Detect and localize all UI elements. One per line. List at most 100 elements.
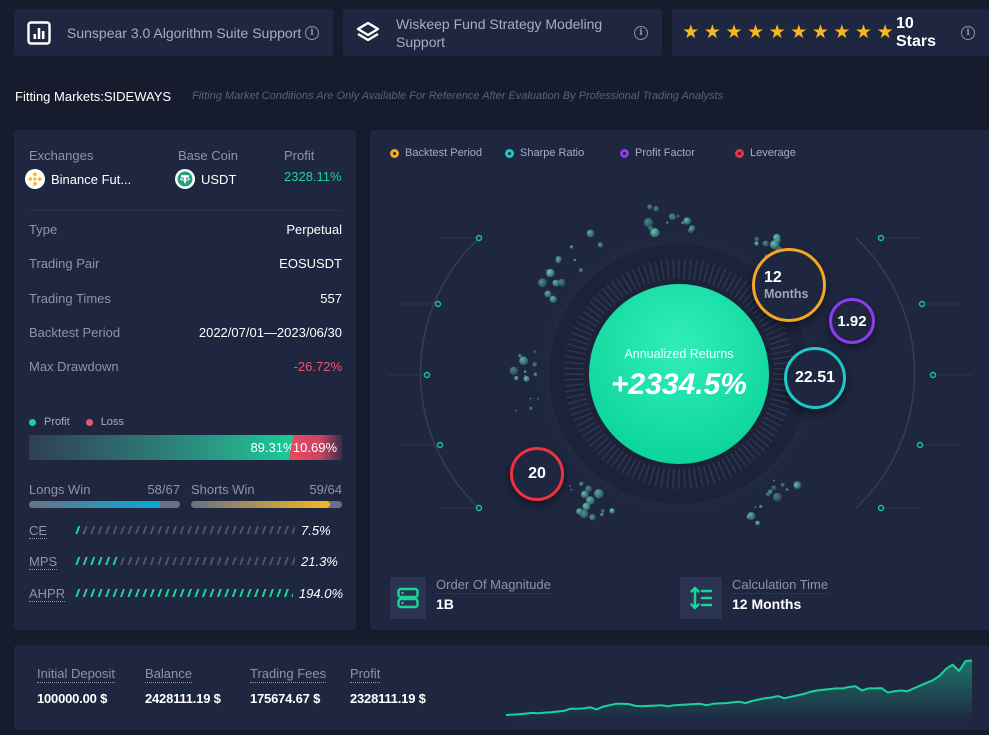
dust-particle	[648, 225, 654, 232]
dust-particle	[676, 214, 680, 218]
dust-particle	[569, 245, 574, 249]
dust-particle	[770, 240, 780, 250]
dust-particle	[585, 485, 593, 493]
metric-mps-label[interactable]: MPS	[29, 553, 58, 570]
dust-particle	[668, 213, 676, 221]
legend-backtest-period: Backtest Period	[390, 147, 505, 159]
exchange-name: Binance Fut...	[51, 171, 132, 187]
dust-particle	[523, 375, 530, 382]
equity-area	[506, 660, 972, 723]
dust-particle	[594, 489, 604, 499]
dust-particle	[589, 514, 596, 521]
dust-particle	[570, 488, 573, 491]
dust-particle	[600, 513, 604, 517]
profit-loss-bar: 89.31% 10.69%	[29, 435, 342, 460]
metric-ahpr-label[interactable]: AHPR	[29, 585, 66, 602]
metric-ahpr-bar	[74, 589, 293, 597]
bar-chart-icon	[25, 19, 53, 47]
info-icon[interactable]: i	[961, 25, 975, 40]
dust-particle	[533, 350, 537, 354]
metric-mps: MPS 21.3%	[29, 552, 343, 570]
metric-ce: CE 7.5%	[29, 521, 343, 539]
arc-node	[436, 441, 444, 449]
dust-particle	[545, 269, 547, 271]
dust-particle	[754, 241, 759, 246]
dust-particle	[544, 290, 552, 298]
dust-particle	[509, 366, 518, 375]
trading-fees-value: 175674.67 $	[250, 691, 321, 706]
metric-ce-label[interactable]: CE	[29, 522, 48, 539]
arc-node	[423, 371, 431, 379]
star-icon: ★	[725, 21, 743, 43]
backtest-dot-icon	[390, 148, 399, 158]
trading-fees-label[interactable]: Trading Fees	[250, 666, 327, 683]
dust-particle	[600, 509, 606, 514]
longs-win-bar	[29, 501, 180, 508]
dust-particle	[683, 217, 692, 225]
dust-particle	[573, 258, 577, 262]
algorithm-suite-card: Sunspear 3.0 Algorithm Suite Support i	[14, 9, 333, 56]
rating-card: ★ ★ ★ ★ ★ ★ ★ ★ ★ ★ 10 Stars i	[672, 9, 989, 56]
star-icon: ★	[790, 21, 808, 43]
metric-ce-value: 7.5%	[301, 522, 331, 538]
dust-particle	[533, 372, 538, 377]
detail-row-max-drawdown: Max Drawdown -26.72%	[29, 359, 342, 374]
dust-particle	[762, 240, 769, 247]
dust-particle	[515, 409, 518, 412]
dust-particle	[578, 268, 584, 273]
dust-particle	[689, 225, 696, 232]
dust-particle	[555, 255, 562, 263]
backtest-period-bubble[interactable]: 12 Months	[752, 248, 826, 322]
dust-particle	[772, 492, 782, 502]
legend-sharpe-ratio: Sharpe Ratio	[505, 147, 620, 159]
profit-loss-legend: Profit Loss	[29, 416, 124, 428]
profit-factor-bubble[interactable]: 1.92	[829, 298, 875, 344]
profit-value: 2328.11%	[284, 169, 342, 184]
dust-particle	[766, 492, 771, 497]
metric-legend: Backtest Period Sharpe Ratio Profit Fact…	[390, 147, 796, 159]
detail-row-trading-times: Trading Times 557	[29, 291, 342, 306]
dust-particle	[579, 481, 584, 487]
right-orbit-arc	[855, 237, 916, 509]
strategy-summary-panel: Exchanges Base Coin Profit Binance Fut..…	[14, 130, 356, 630]
star-icon: ★	[855, 21, 873, 43]
annualized-returns-label: Annualized Returns	[624, 347, 733, 361]
calculation-time-label: Calculation Time	[732, 577, 829, 594]
info-icon[interactable]: i	[305, 25, 319, 40]
usdt-icon	[175, 169, 195, 189]
star-icon: ★	[876, 21, 894, 43]
shorts-win: Shorts Win 59/64	[191, 482, 342, 508]
dust-particle	[586, 496, 595, 505]
base-coin-value: USDT	[175, 169, 236, 189]
initial-deposit-stat: Initial Deposit 100000.00 $	[37, 665, 116, 706]
dust-particle	[597, 242, 604, 248]
balance-stat: Balance 2428111.19 $	[145, 665, 221, 706]
star-icon: ★	[833, 21, 851, 43]
balance-label[interactable]: Balance	[145, 666, 192, 683]
info-icon[interactable]: i	[634, 25, 648, 40]
leverage-dot-icon	[735, 148, 744, 158]
dust-particle	[771, 485, 777, 491]
profit-footer-label[interactable]: Profit	[350, 666, 381, 683]
dust-particle	[552, 279, 560, 287]
initial-deposit-label[interactable]: Initial Deposit	[37, 666, 116, 683]
dust-particle	[647, 204, 653, 210]
sharpe-ratio-bubble[interactable]: 22.51	[784, 347, 846, 409]
dust-particle	[586, 229, 595, 238]
star-rating: ★ ★ ★ ★ ★ ★ ★ ★ ★ ★	[680, 21, 896, 43]
star-icon: ★	[682, 21, 700, 43]
order-of-magnitude-value: 1B	[436, 596, 454, 612]
dust-particle	[529, 397, 532, 400]
arc-node	[916, 441, 924, 449]
dust-particle	[746, 514, 751, 520]
legend-leverage: Leverage	[735, 147, 796, 159]
dust-particle	[569, 485, 571, 488]
dust-particle	[609, 508, 615, 514]
dust-particle	[793, 482, 801, 489]
leverage-bubble[interactable]: 20	[510, 447, 564, 501]
dust-particle	[514, 375, 519, 381]
equity-curve-chart	[505, 659, 973, 723]
calculation-time-value: 12 Months	[732, 596, 802, 612]
profit-label: Profit	[284, 148, 315, 163]
dust-particle	[523, 370, 527, 374]
